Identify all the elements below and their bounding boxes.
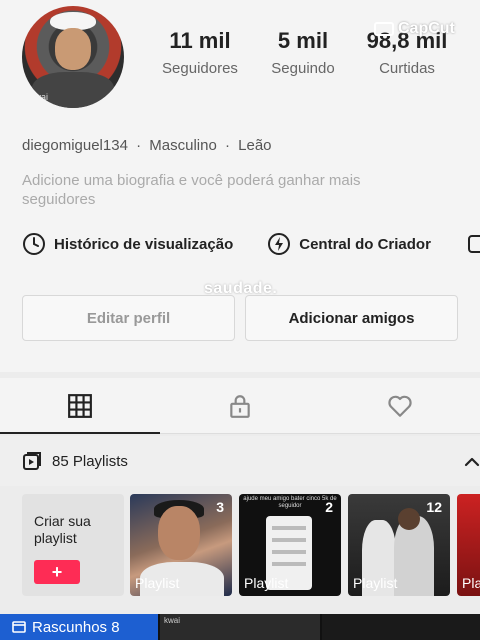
playlist-card[interactable]: ajude meu amigo bater cinco 5k de seguid…	[239, 494, 341, 596]
playlist-card[interactable]: Pla	[457, 494, 480, 596]
playlist-video-count: 2	[325, 499, 333, 515]
create-playlist-label: Criar sua playlist	[34, 513, 91, 546]
bio-placeholder[interactable]: Adicione uma biografia e você poderá gan…	[22, 171, 402, 209]
grid-icon	[68, 394, 92, 418]
avatar-shirt	[32, 72, 114, 108]
drafts-icon	[12, 621, 26, 633]
profile-tabs	[0, 378, 480, 434]
video-thumbnail[interactable]: kwai	[160, 614, 320, 640]
profile-header: kwai 11 mil Seguidores 5 mil Seguindo 98…	[0, 0, 480, 372]
gender: Masculino	[149, 137, 217, 154]
watch-history-button[interactable]: Histórico de visualização	[22, 232, 233, 256]
playlists-header[interactable]: 85 Playlists	[0, 436, 480, 486]
zodiac-sign: Leão	[238, 137, 272, 154]
following-stat[interactable]: 5 mil Seguindo	[266, 28, 340, 77]
meta-separator: ·	[224, 137, 230, 154]
creator-center-label: Central do Criador	[299, 235, 431, 253]
tab-videos[interactable]	[0, 378, 160, 434]
playlists-count: 85 Playlists	[52, 452, 128, 470]
capcut-watermark: CapCut	[374, 20, 455, 38]
capcut-icon	[374, 22, 394, 36]
playlist-label: Playlist	[135, 575, 180, 591]
following-label: Seguindo	[271, 60, 335, 77]
lock-icon	[230, 395, 250, 418]
meta-separator: ·	[136, 137, 142, 154]
profile-meta: diegomiguel134 · Masculino · Leão	[22, 137, 276, 154]
playlist-label: Playlist	[353, 575, 398, 591]
followers-label: Seguidores	[162, 60, 238, 77]
tab-liked[interactable]	[320, 378, 480, 434]
thumbnail-watermark: kwai	[164, 616, 181, 625]
creator-center-button[interactable]: Central do Criador	[267, 232, 431, 256]
followers-stat[interactable]: 11 mil Seguidores	[156, 28, 244, 77]
playlist-card[interactable]: 12 Playlist	[348, 494, 450, 596]
tab-private[interactable]	[160, 378, 320, 434]
clock-icon	[23, 233, 45, 255]
following-count: 5 mil	[277, 28, 329, 53]
drafts-label: Rascunhos 8	[32, 618, 120, 636]
tools-row: Histórico de visualização Central do Cri…	[22, 232, 431, 256]
edit-profile-button[interactable]: Editar perfil	[22, 295, 235, 341]
thumbnail-caption: ajude meu amigo bater cinco 5k de seguid…	[243, 496, 337, 509]
create-playlist-card[interactable]: Criar sua playlist +	[22, 494, 124, 596]
playlist-card[interactable]: 3 Playlist	[130, 494, 232, 596]
likes-label: Curtidas	[379, 60, 435, 77]
playlist-icon	[23, 452, 41, 470]
drafts-tile[interactable]: Rascunhos 8	[0, 614, 158, 640]
watch-history-label: Histórico de visualização	[54, 235, 234, 253]
more-tools-icon[interactable]	[466, 232, 480, 256]
chevron-up-icon[interactable]	[462, 452, 480, 472]
video-thumbnail[interactable]	[322, 614, 480, 640]
video-grid-row: Rascunhos 8 kwai	[0, 614, 480, 640]
heart-icon	[388, 395, 412, 417]
avatar[interactable]: kwai	[22, 6, 124, 108]
playlist-label: Pla	[462, 575, 480, 591]
playlist-video-count: 3	[216, 499, 224, 515]
username: diegomiguel134	[22, 137, 128, 154]
followers-count: 11 mil	[169, 28, 231, 53]
capcut-text: CapCut	[398, 20, 455, 37]
active-tab-indicator	[0, 432, 160, 434]
create-playlist-button[interactable]: +	[34, 560, 80, 584]
playlist-label: Playlist	[244, 575, 289, 591]
add-friends-button[interactable]: Adicionar amigos	[245, 295, 458, 341]
playlist-video-count: 12	[426, 499, 442, 515]
thumbnail-figure	[398, 508, 420, 530]
thumbnail-figure	[158, 506, 200, 560]
avatar-watermark: kwai	[30, 92, 49, 102]
avatar-face	[55, 28, 91, 70]
lightbulb-icon	[268, 233, 291, 255]
